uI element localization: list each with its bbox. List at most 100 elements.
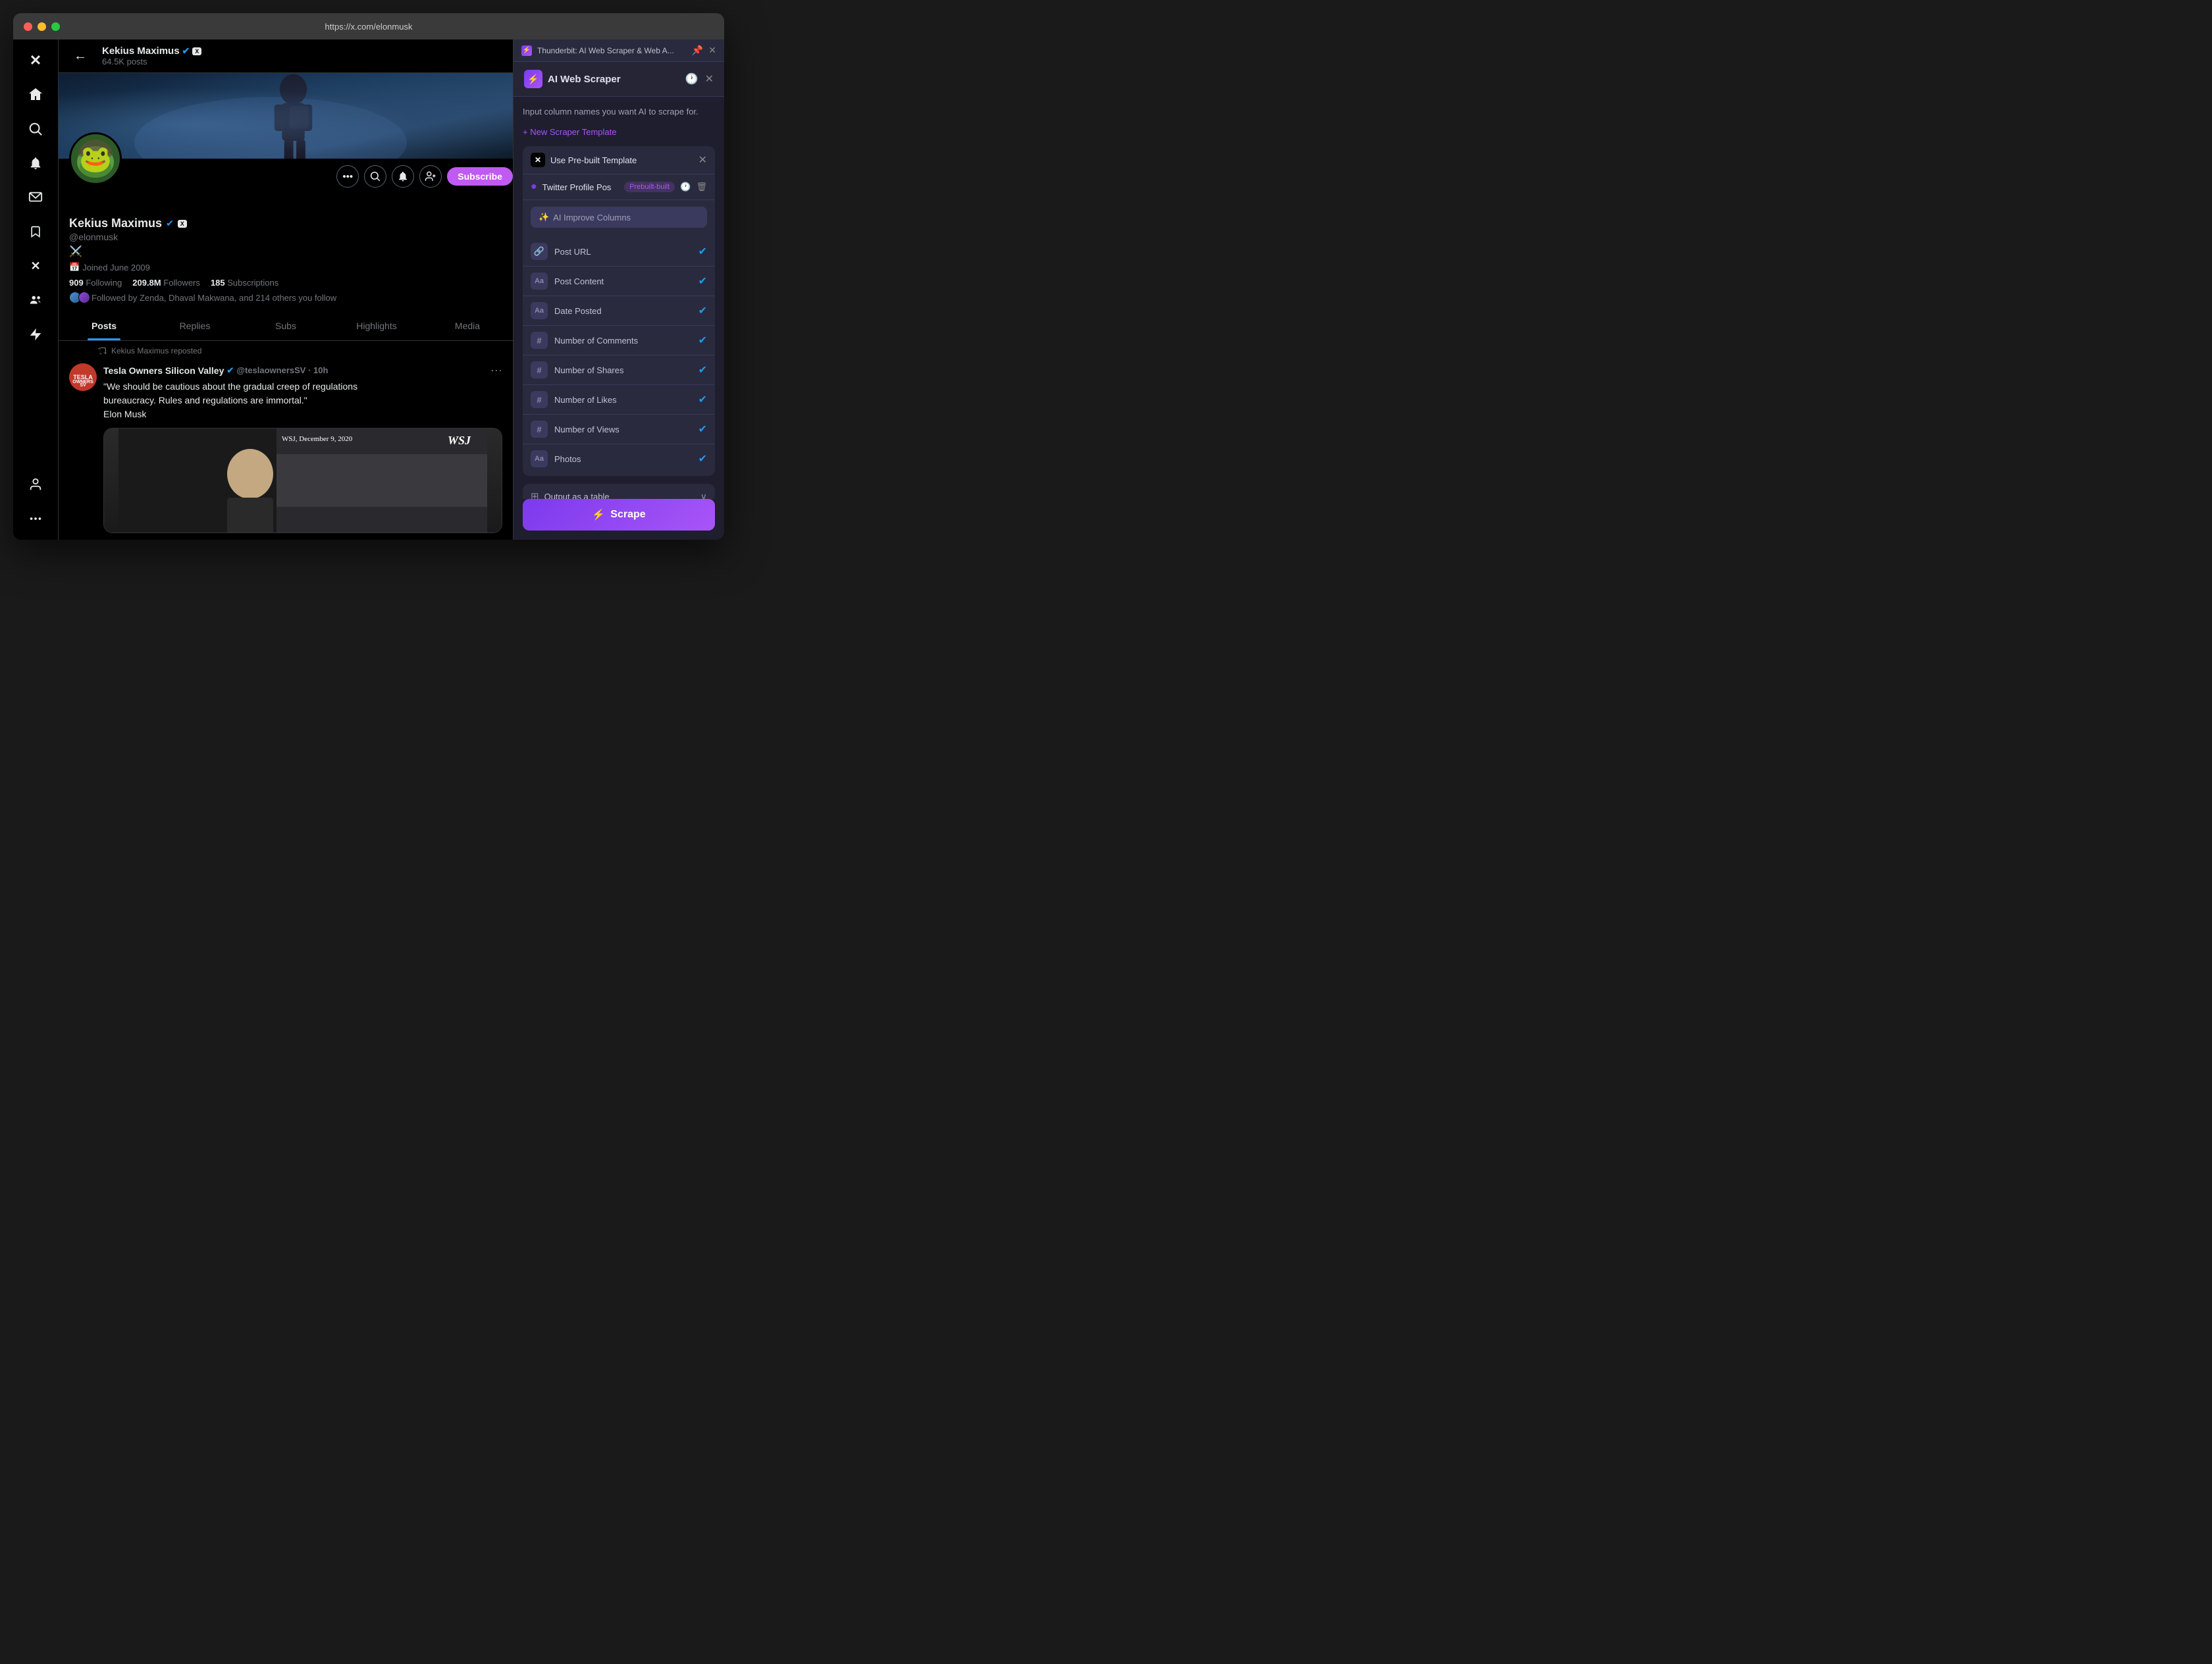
output-as-table-row[interactable]: ⊞ Output as a table ∨ bbox=[523, 484, 715, 499]
thunderbit-logo-icon: ⚡ bbox=[524, 70, 542, 88]
followers-stat[interactable]: 209.8M Followers bbox=[132, 278, 200, 288]
close-panel-icon[interactable]: ✕ bbox=[705, 72, 714, 86]
new-scraper-template-button[interactable]: + New Scraper Template bbox=[523, 127, 715, 137]
field-post-url-label: Post URL bbox=[554, 247, 692, 257]
field-num-shares-check: ✔ bbox=[698, 363, 707, 377]
thunderbit-header: ⚡ AI Web Scraper 🕐 ✕ bbox=[514, 62, 724, 97]
minimize-button[interactable] bbox=[38, 22, 46, 31]
use-prebuilt-left: ✕ Use Pre-built Template bbox=[531, 153, 637, 167]
twitter-sidebar: ✕ ✕ bbox=[13, 39, 58, 540]
profile-actions: ••• Subscribe bbox=[336, 165, 513, 188]
tab-highlights[interactable]: Highlights bbox=[331, 311, 422, 340]
sidebar-item-search[interactable] bbox=[20, 113, 51, 145]
scrape-label: Scrape bbox=[610, 509, 645, 521]
search-profile-button[interactable] bbox=[364, 165, 386, 188]
thunderbit-favicon: ⚡ bbox=[521, 45, 532, 56]
tweet-media[interactable]: WSJ, December 9, 2020 WSJ bbox=[103, 428, 502, 533]
field-photos: Aa Photos ✔ bbox=[523, 444, 715, 473]
template-check-icon: ● bbox=[531, 181, 537, 193]
followed-avatar-2 bbox=[78, 292, 90, 303]
follow-button[interactable] bbox=[419, 165, 442, 188]
tweet-feed[interactable]: Kekius Maximus reposted TESLA OWNERS SV bbox=[59, 341, 513, 540]
x-badge: X bbox=[192, 47, 201, 55]
sidebar-item-home[interactable] bbox=[20, 79, 51, 111]
maximize-button[interactable] bbox=[51, 22, 60, 31]
subscribe-button[interactable]: Subscribe bbox=[447, 167, 513, 186]
back-button[interactable]: ← bbox=[69, 45, 92, 67]
field-post-content: Aa Post Content ✔ bbox=[523, 266, 715, 296]
number-field-icon-1: # bbox=[531, 332, 548, 349]
profile-display-name: Kekius Maximus bbox=[69, 217, 162, 230]
use-prebuilt-header: ✕ Use Pre-built Template ✕ bbox=[523, 146, 715, 174]
template-name-label: Twitter Profile Pos bbox=[542, 182, 619, 192]
sidebar-item-notifications[interactable] bbox=[20, 147, 51, 179]
close-button[interactable] bbox=[24, 22, 32, 31]
tab-media[interactable]: Media bbox=[422, 311, 513, 340]
thunderbit-header-left: ⚡ AI Web Scraper bbox=[524, 70, 621, 88]
sidebar-item-communities[interactable] bbox=[20, 284, 51, 316]
twitter-container: ✕ ✕ bbox=[13, 39, 514, 540]
url-bar[interactable]: https://x.com/elonmusk bbox=[325, 22, 413, 32]
sidebar-item-messages[interactable] bbox=[20, 182, 51, 213]
following-stat[interactable]: 909 Following bbox=[69, 278, 122, 288]
close-prebuilt-icon[interactable]: ✕ bbox=[698, 153, 707, 167]
table-icon: ⊞ bbox=[531, 490, 539, 499]
sidebar-item-home-x[interactable]: ✕ bbox=[20, 45, 51, 76]
field-post-url-check: ✔ bbox=[698, 245, 707, 258]
template-history-icon[interactable]: 🕐 bbox=[680, 182, 691, 192]
field-num-likes-label: Number of Likes bbox=[554, 395, 692, 405]
profile-joined: 📅 Joined June 2009 bbox=[69, 262, 502, 273]
profile-info-area: ••• Subscribe bbox=[59, 159, 513, 311]
tweet-media-image: WSJ, December 9, 2020 WSJ bbox=[104, 429, 502, 533]
sidebar-item-bookmarks[interactable] bbox=[20, 216, 51, 247]
twitter-profile-template-row[interactable]: ● Twitter Profile Pos Prebuilt-built 🕐 🗑 bbox=[523, 174, 715, 200]
sidebar-item-grok[interactable] bbox=[20, 319, 51, 350]
profile-nav-name: Kekius Maximus ✔ X bbox=[102, 45, 201, 57]
thunderbit-footer: ⚡ Scrape bbox=[514, 499, 724, 540]
sidebar-item-premium[interactable]: ✕ bbox=[20, 250, 51, 282]
sidebar-item-more[interactable] bbox=[20, 503, 51, 534]
tab-replies[interactable]: Replies bbox=[149, 311, 240, 340]
number-field-icon-4: # bbox=[531, 421, 548, 438]
history-icon[interactable]: 🕐 bbox=[685, 72, 698, 86]
tweet-avatar: TESLA OWNERS SV bbox=[69, 363, 97, 391]
tweet-more-button[interactable]: ··· bbox=[490, 363, 502, 377]
avatar bbox=[69, 132, 122, 185]
ai-improve-columns-button[interactable]: ✨ AI Improve Columns bbox=[531, 207, 707, 228]
browser-titlebar: https://x.com/elonmusk bbox=[13, 13, 724, 39]
thunderbit-panel-title: AI Web Scraper bbox=[548, 74, 621, 85]
field-num-shares: # Number of Shares ✔ bbox=[523, 355, 715, 384]
scrape-button[interactable]: ⚡ Scrape bbox=[523, 499, 715, 531]
profile-tabs: Posts Replies Subs Highlights Media bbox=[59, 311, 513, 341]
pin-icon[interactable]: 📌 bbox=[692, 45, 703, 56]
thunderbit-body: Input column names you want AI to scrape… bbox=[514, 97, 724, 499]
profile-nav-info: Kekius Maximus ✔ X 64.5K posts bbox=[102, 45, 201, 66]
tweet-body: Tesla Owners Silicon Valley ✔ @teslaowne… bbox=[103, 363, 502, 533]
scrape-icon: ⚡ bbox=[592, 508, 605, 521]
tweet-verified-icon: ✔ bbox=[226, 365, 234, 376]
subscriptions-stat[interactable]: 185 Subscriptions bbox=[211, 278, 278, 288]
field-num-views-check: ✔ bbox=[698, 423, 707, 436]
more-options-button[interactable]: ••• bbox=[336, 165, 359, 188]
field-num-comments: # Number of Comments ✔ bbox=[523, 325, 715, 355]
text-field-icon-2: Aa bbox=[531, 302, 548, 319]
followed-avatars bbox=[69, 292, 88, 303]
output-chevron-icon: ∨ bbox=[700, 491, 707, 499]
field-num-comments-check: ✔ bbox=[698, 334, 707, 347]
template-delete-icon[interactable]: 🗑 bbox=[696, 182, 707, 192]
tweet-header: Tesla Owners Silicon Valley ✔ @teslaowne… bbox=[103, 363, 502, 377]
repost-label: Kekius Maximus reposted bbox=[59, 341, 513, 355]
notification-bell-button[interactable] bbox=[392, 165, 414, 188]
profile-nav: ← Kekius Maximus ✔ X 64.5K posts bbox=[59, 39, 513, 73]
calendar-icon: 📅 bbox=[69, 262, 80, 273]
field-date-posted: Aa Date Posted ✔ bbox=[523, 296, 715, 325]
field-num-comments-label: Number of Comments bbox=[554, 336, 692, 346]
field-num-shares-label: Number of Shares bbox=[554, 365, 692, 375]
close-tab-icon[interactable]: ✕ bbox=[708, 45, 716, 56]
thunderbit-browser-tab: ⚡ Thunderbit: AI Web Scraper & Web A... … bbox=[514, 39, 724, 62]
tab-posts[interactable]: Posts bbox=[59, 311, 149, 340]
tab-subs[interactable]: Subs bbox=[240, 311, 331, 340]
field-date-posted-check: ✔ bbox=[698, 304, 707, 317]
ai-improve-label: AI Improve Columns bbox=[553, 213, 631, 222]
sidebar-item-profile[interactable] bbox=[20, 469, 51, 500]
